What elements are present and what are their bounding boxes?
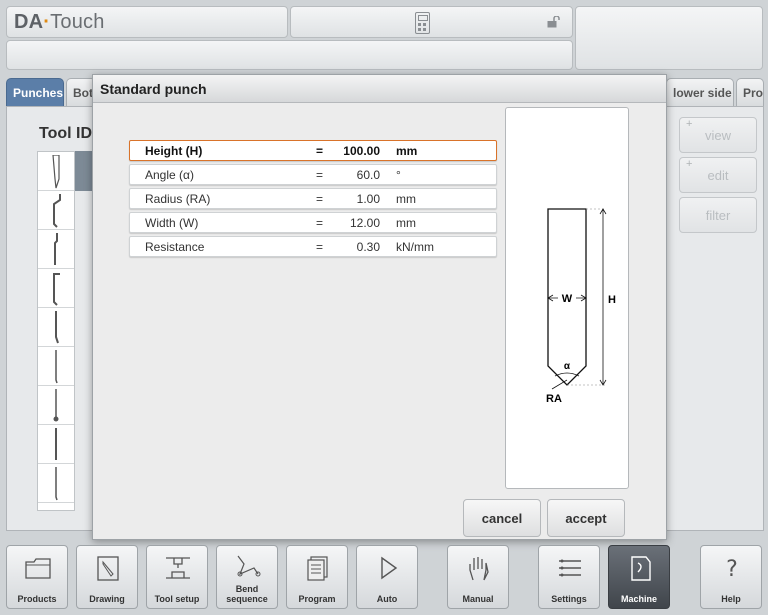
machine-icon: [631, 556, 651, 581]
param-unit: °: [396, 168, 401, 182]
nav-label: Bend sequence: [226, 584, 268, 604]
param-label: Width (W): [145, 216, 199, 230]
param-row-angle[interactable]: Angle (α) = 60.0 °: [129, 164, 497, 185]
filter-button[interactable]: filter: [679, 197, 757, 233]
param-label: Radius (RA): [145, 192, 211, 206]
punch-profile-icon: [52, 155, 60, 189]
param-value[interactable]: 0.30: [357, 240, 380, 254]
nav-label: Auto: [376, 594, 398, 604]
param-row-resistance[interactable]: Resistance = 0.30 kN/mm: [129, 236, 497, 257]
folder-icon: [25, 558, 51, 579]
status-panel: [290, 6, 573, 38]
param-label: Height (H): [145, 144, 203, 158]
punch-profile-icon: [53, 273, 60, 306]
param-equals: =: [316, 168, 324, 182]
param-equals: =: [316, 240, 324, 254]
play-icon: [381, 556, 398, 580]
nav-tool-setup[interactable]: Tool setup: [146, 545, 208, 609]
tool-row[interactable]: [38, 269, 74, 308]
bend-sequence-icon: [237, 555, 261, 577]
tab-punches[interactable]: Punches: [6, 78, 64, 106]
param-row-width[interactable]: Width (W) = 12.00 mm: [129, 212, 497, 233]
nav-machine[interactable]: Machine: [608, 545, 670, 609]
program-icon: [307, 556, 328, 581]
nav-drawing[interactable]: Drawing: [76, 545, 138, 609]
settings-icon: [559, 559, 581, 577]
tool-row[interactable]: [38, 308, 74, 347]
drawing-icon: [97, 556, 119, 581]
nav-auto[interactable]: Auto: [356, 545, 418, 609]
param-equals: =: [316, 144, 324, 158]
tool-row[interactable]: [38, 230, 74, 269]
nav-settings[interactable]: Settings: [538, 545, 600, 609]
svg-text:?: ?: [726, 557, 738, 582]
edit-button[interactable]: + edit: [679, 157, 757, 193]
param-unit: mm: [396, 192, 416, 206]
param-equals: =: [316, 216, 324, 230]
nav-products[interactable]: Products: [6, 545, 68, 609]
tool-list[interactable]: [37, 151, 75, 511]
param-value[interactable]: 60.0: [357, 168, 380, 182]
nav-label: Manual: [462, 594, 494, 604]
accept-button[interactable]: accept: [547, 499, 625, 537]
punch-profile-icon: [54, 233, 58, 265]
calculator-icon[interactable]: [415, 12, 430, 34]
nav-label: Help: [721, 594, 741, 604]
tool-id-header: Tool ID: [39, 125, 93, 142]
nav-help[interactable]: ? Help: [700, 545, 762, 609]
tool-row[interactable]: [38, 464, 74, 503]
radius-label: RA: [546, 393, 562, 405]
nav-label: Program: [298, 594, 336, 604]
param-label: Resistance: [145, 240, 205, 254]
tool-row[interactable]: [38, 347, 74, 386]
nav-bend-sequence[interactable]: Bend sequence: [216, 545, 278, 609]
param-equals: =: [316, 192, 324, 206]
standard-punch-dialog: Standard punch Height (H) = 100.00 mm An…: [92, 74, 667, 540]
param-value[interactable]: 12.00: [350, 216, 380, 230]
width-label: W: [562, 293, 573, 305]
punch-profile-icon: [53, 389, 59, 422]
nav-label: Settings: [551, 594, 587, 604]
punch-profile-icon: [55, 311, 59, 344]
nav-manual[interactable]: Manual: [447, 545, 509, 609]
punch-profile-icon: [55, 350, 58, 384]
nav-program[interactable]: Program: [286, 545, 348, 609]
tool-row[interactable]: [38, 191, 74, 230]
nav-label: Tool setup: [154, 594, 200, 604]
param-row-height[interactable]: Height (H) = 100.00 mm: [129, 140, 497, 161]
param-unit: mm: [396, 216, 416, 230]
param-unit: mm: [396, 144, 418, 158]
tab-lower-side[interactable]: lower side: [666, 78, 734, 106]
tool-row[interactable]: [38, 425, 74, 464]
param-value[interactable]: 100.00: [343, 144, 380, 158]
param-unit: kN/mm: [396, 240, 434, 254]
param-label: Angle (α): [145, 168, 194, 182]
logo: DA·Touch: [14, 11, 105, 33]
help-icon: ?: [726, 557, 738, 582]
punch-drawing: W H α RA: [505, 107, 629, 489]
param-value[interactable]: 1.00: [357, 192, 380, 206]
punch-profile-icon: [53, 194, 61, 228]
dialog-title: Standard punch: [93, 75, 666, 103]
unlock-icon[interactable]: [547, 16, 561, 28]
right-info-panel: [575, 6, 763, 70]
punch-profile-icon: [55, 428, 57, 460]
height-label: H: [608, 294, 616, 306]
param-row-radius[interactable]: Radius (RA) = 1.00 mm: [129, 188, 497, 209]
punch-diagram: W H α RA: [546, 208, 616, 405]
tool-row[interactable]: [38, 152, 74, 191]
tool-setup-icon: [166, 557, 190, 579]
tool-row[interactable]: [38, 386, 74, 425]
logo-panel: DA·Touch: [6, 6, 288, 38]
cancel-button[interactable]: cancel: [463, 499, 541, 537]
nav-label: Products: [17, 594, 57, 604]
message-bar: [6, 40, 573, 70]
nav-label: Drawing: [89, 594, 125, 604]
hand-icon: [469, 557, 489, 581]
angle-label: α: [564, 361, 571, 372]
nav-label: Machine: [620, 594, 657, 604]
tab-pro[interactable]: Pro: [736, 78, 764, 106]
punch-profile-icon: [55, 467, 58, 501]
